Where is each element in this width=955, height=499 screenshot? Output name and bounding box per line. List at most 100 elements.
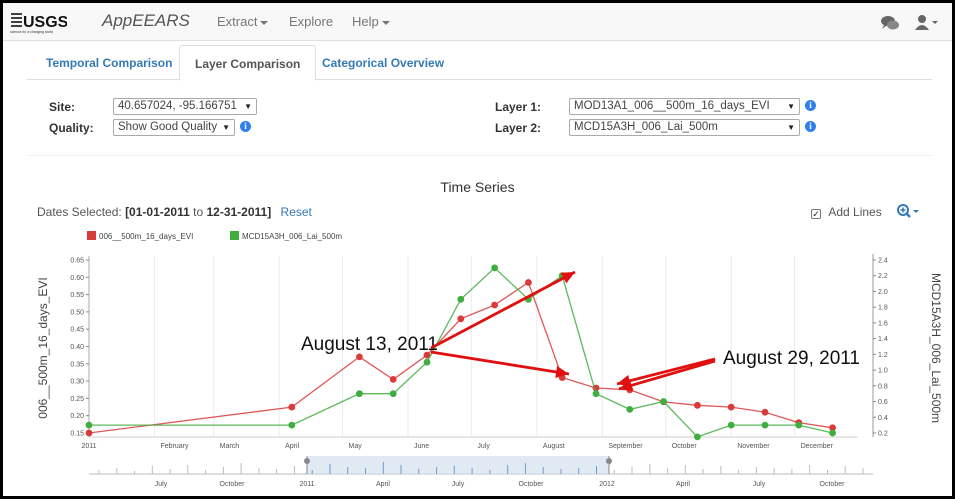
quality-info-icon[interactable]: i bbox=[240, 121, 251, 132]
tab-label: Layer Comparison bbox=[195, 57, 301, 71]
series-lai-point bbox=[356, 390, 363, 398]
user-menu[interactable] bbox=[915, 14, 939, 33]
left-tick-label: 0.45 bbox=[70, 327, 84, 334]
left-tick-label: 0.20 bbox=[70, 413, 84, 420]
layer1-select[interactable]: MOD13A1_006__500m_16_days_EVI ▼ bbox=[569, 98, 800, 115]
layer1-info-icon[interactable]: i bbox=[805, 100, 816, 111]
tab-layer-comparison[interactable]: Layer Comparison bbox=[179, 45, 317, 81]
chevron-down-icon bbox=[260, 20, 269, 25]
navigator-label: July bbox=[155, 481, 168, 488]
layer1-label: Layer 1: bbox=[495, 100, 542, 114]
series-evi-point bbox=[694, 401, 701, 409]
tab-bar: Temporal Comparison Layer Comparison Cat… bbox=[27, 45, 932, 81]
navigator-selection bbox=[307, 456, 609, 474]
navigator-label: October bbox=[519, 481, 545, 488]
series-evi-point bbox=[85, 429, 93, 437]
arrow-aug13-evi-shaft bbox=[430, 350, 570, 376]
nav-extract[interactable]: Extract bbox=[217, 14, 269, 29]
tab-label: Categorical Overview bbox=[322, 56, 445, 70]
annotation-august-29: August 29, 2011 bbox=[723, 348, 860, 369]
add-lines-toggle[interactable]: ✓ Add Lines bbox=[811, 205, 882, 219]
tab-temporal-comparison[interactable]: Temporal Comparison bbox=[31, 45, 187, 80]
add-lines-checkbox[interactable]: ✓ bbox=[811, 209, 821, 219]
select-arrow-icon: ▼ bbox=[222, 123, 230, 132]
navigator-label: October bbox=[220, 481, 246, 488]
right-y-axis: 0.2 0.4 0.6 0.8 1.0 1.2 1.4 1.6 1.8 2.0 2.2 2.4 bbox=[872, 254, 888, 438]
right-tick-label: 1.4 bbox=[878, 336, 888, 343]
right-tick-label: 0.2 bbox=[878, 431, 888, 438]
legend-swatch-evi bbox=[87, 231, 96, 240]
series-evi-point bbox=[525, 279, 532, 286]
navigator-label: July bbox=[452, 481, 465, 488]
date-to: to bbox=[193, 205, 204, 219]
x-axis: 2011 February March April May June July August S… bbox=[81, 443, 833, 450]
series-lai-point bbox=[727, 421, 735, 429]
navigator-label: April bbox=[376, 481, 390, 488]
left-tick-label: 0.65 bbox=[70, 258, 84, 265]
series-lai-point bbox=[423, 358, 431, 366]
zoom-menu[interactable] bbox=[896, 203, 920, 222]
chart-title: Time Series bbox=[440, 179, 515, 195]
series-evi-point bbox=[761, 408, 769, 416]
series-lai-point bbox=[694, 433, 701, 441]
navigator-label: April bbox=[676, 481, 690, 488]
series-evi-point bbox=[491, 301, 498, 309]
select-arrow-icon: ▼ bbox=[787, 102, 795, 111]
zoom-in-icon bbox=[897, 204, 919, 218]
x-tick-label: August bbox=[543, 443, 565, 450]
left-y-axis: 0.15 0.20 0.25 0.30 0.35 0.40 0.45 0.50 0.55 0.60… bbox=[70, 256, 90, 438]
right-tick-label: 1.6 bbox=[878, 320, 888, 327]
arrow-aug29-lai-shaft bbox=[618, 359, 716, 391]
navigator-label: 2012 bbox=[599, 481, 615, 488]
layer2-select[interactable]: MCD15A3H_006_Lai_500m ▼ bbox=[569, 119, 800, 136]
series-lai-point bbox=[761, 421, 769, 429]
right-tick-label: 0.4 bbox=[878, 415, 888, 422]
select-arrow-icon: ▼ bbox=[244, 102, 252, 111]
right-tick-label: 1.0 bbox=[878, 368, 888, 375]
legend-label-evi: 006__500m_16_days_EVI bbox=[99, 232, 193, 241]
series-lai-point bbox=[829, 429, 836, 437]
series-evi-point bbox=[288, 403, 296, 411]
app-title[interactable]: AppEEARS bbox=[102, 11, 190, 31]
right-y-axis-label: MCD15A3H_006_Lai_500m bbox=[929, 273, 943, 423]
site-select[interactable]: 40.657024, -95.166751 ▼ bbox=[113, 98, 257, 115]
x-tick-label: April bbox=[285, 443, 299, 450]
layer2-info-icon[interactable]: i bbox=[805, 121, 816, 132]
right-tick-label: 1.8 bbox=[878, 305, 888, 312]
series-lai-point bbox=[660, 398, 667, 405]
left-y-axis-label: 006__500m_16_days_EVI bbox=[36, 277, 50, 418]
navbar: USGS science for a changing world AppEEA… bbox=[3, 3, 952, 41]
x-tick-label: September bbox=[608, 443, 643, 450]
series-evi-point bbox=[389, 376, 397, 383]
tab-categorical-overview[interactable]: Categorical Overview bbox=[307, 45, 459, 80]
tab-label: Temporal Comparison bbox=[46, 56, 173, 70]
quality-select-value: Show Good Quality bbox=[118, 121, 218, 133]
x-tick-label: May bbox=[349, 443, 363, 450]
left-tick-label: 0.30 bbox=[70, 379, 84, 386]
nav-help[interactable]: Help bbox=[352, 14, 390, 29]
x-tick-label: October bbox=[672, 443, 698, 450]
quality-select[interactable]: Show Good Quality ▼ bbox=[113, 119, 235, 136]
x-tick-label: June bbox=[414, 443, 429, 450]
chat-icon[interactable] bbox=[880, 15, 900, 34]
layer2-label: Layer 2: bbox=[495, 121, 542, 135]
series-evi-point bbox=[457, 315, 465, 323]
navigator-label: October bbox=[820, 481, 846, 488]
reset-link[interactable]: Reset bbox=[281, 205, 312, 219]
right-tick-label: 0.8 bbox=[878, 383, 888, 390]
range-navigator[interactable]: July October 2011 April July October 2012 April… bbox=[89, 456, 873, 488]
x-tick-label: December bbox=[801, 443, 834, 450]
series-lai-point bbox=[457, 295, 465, 303]
left-tick-label: 0.55 bbox=[70, 292, 84, 299]
quality-label: Quality: bbox=[49, 121, 94, 135]
usgs-logo[interactable]: USGS science for a changing world bbox=[9, 9, 69, 35]
nav-extract-label: Extract bbox=[217, 14, 258, 29]
nav-explore[interactable]: Explore bbox=[289, 14, 333, 29]
date-end: 12-31-2011] bbox=[206, 205, 272, 219]
layer2-select-value: MCD15A3H_006_Lai_500m bbox=[574, 121, 718, 133]
chevron-down-icon bbox=[381, 20, 390, 25]
series-lai-line bbox=[89, 267, 833, 438]
usgs-logo-text: USGS bbox=[23, 14, 67, 31]
left-tick-label: 0.35 bbox=[70, 361, 84, 368]
x-tick-label: 2011 bbox=[81, 443, 96, 450]
